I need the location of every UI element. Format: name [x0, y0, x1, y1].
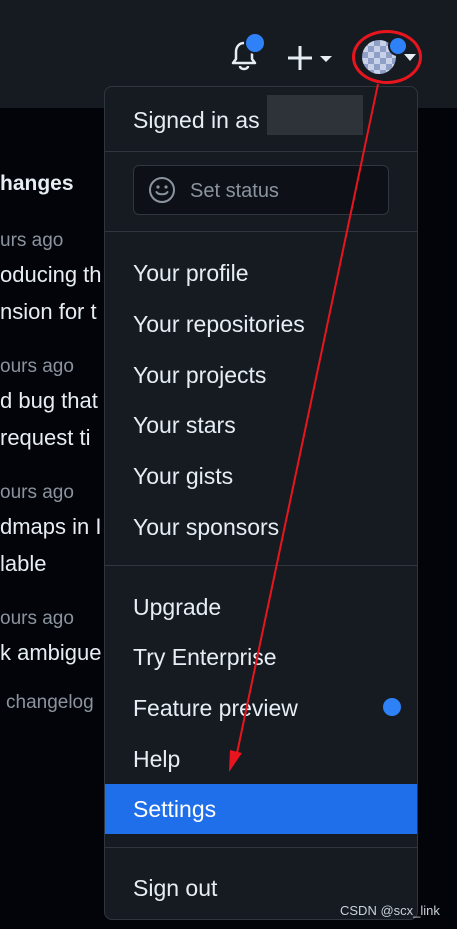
- notification-badge: [244, 32, 266, 54]
- menu-item-your-repositories[interactable]: Your repositories: [105, 301, 417, 347]
- redacted-username: [267, 95, 363, 135]
- watermark: CSDN @scx_link: [340, 903, 440, 918]
- changelog-link[interactable]: changelog: [6, 692, 94, 714]
- menu-item-upgrade[interactable]: Upgrade: [105, 584, 417, 630]
- feed-line[interactable]: nsion for t: [0, 299, 97, 325]
- set-status-button[interactable]: Set status: [133, 165, 389, 215]
- feed-time: ours ago: [0, 608, 74, 629]
- menu-item-settings[interactable]: Settings: [105, 784, 417, 834]
- set-status-label: Set status: [190, 180, 279, 202]
- feed-line[interactable]: dmaps in I: [0, 514, 102, 540]
- user-dropdown-menu: Signed in as Set status Your profile You…: [104, 86, 418, 920]
- feature-preview-label: Feature preview: [133, 695, 298, 721]
- feed-line[interactable]: oducing th: [0, 262, 102, 288]
- menu-item-your-stars[interactable]: Your stars: [105, 402, 417, 448]
- feed-time: urs ago: [0, 230, 64, 251]
- feed-line[interactable]: d bug that: [0, 388, 98, 414]
- menu-item-your-profile[interactable]: Your profile: [105, 250, 417, 296]
- menu-divider: [105, 847, 417, 848]
- menu-item-your-sponsors[interactable]: Your sponsors: [105, 504, 417, 550]
- feed-line[interactable]: lable: [0, 551, 46, 577]
- menu-divider: [105, 151, 417, 152]
- smiley-icon: [149, 177, 175, 203]
- feed-line[interactable]: k ambigue: [0, 640, 102, 666]
- feed-line[interactable]: request ti: [0, 425, 91, 451]
- plus-icon[interactable]: [284, 40, 344, 76]
- annotation-highlight-circle: [352, 30, 422, 84]
- signed-in-label: Signed in as: [133, 107, 260, 133]
- feed-time: ours ago: [0, 482, 74, 503]
- menu-divider: [105, 565, 417, 566]
- menu-item-feature-preview[interactable]: Feature preview: [105, 685, 417, 731]
- menu-item-your-projects[interactable]: Your projects: [105, 352, 417, 398]
- menu-item-help[interactable]: Help: [105, 736, 417, 782]
- new-feature-dot: [383, 698, 401, 716]
- feed-title: hanges: [0, 172, 74, 195]
- menu-item-your-gists[interactable]: Your gists: [105, 453, 417, 499]
- menu-item-try-enterprise[interactable]: Try Enterprise: [105, 634, 417, 680]
- menu-divider: [105, 231, 417, 232]
- feed-time: ours ago: [0, 356, 74, 377]
